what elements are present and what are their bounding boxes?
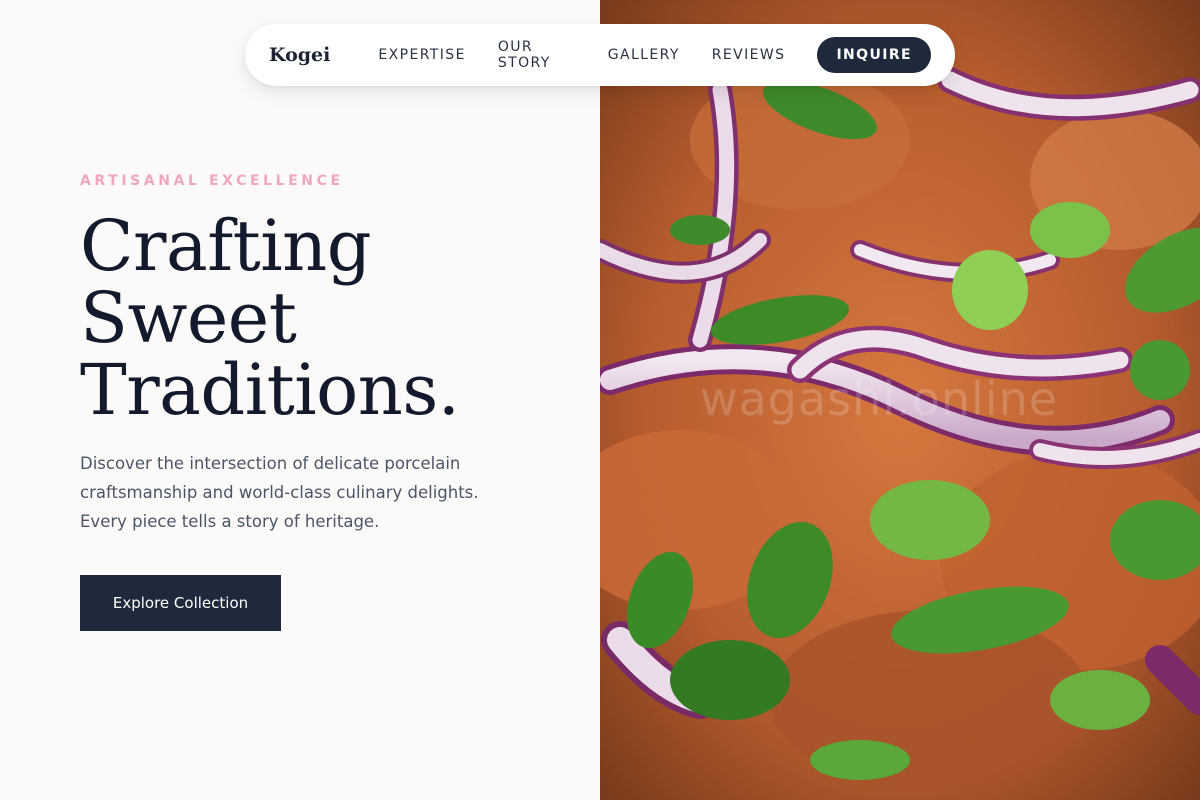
hero-description: Discover the intersection of delicate po… (80, 454, 479, 531)
nav-link-reviews[interactable]: REVIEWS (712, 47, 786, 63)
headline-line-2: Sweet (80, 277, 297, 359)
inquire-button[interactable]: INQUIRE (817, 37, 931, 73)
nav-link-our-story[interactable]: OUR STORY (498, 39, 576, 71)
top-navigation: Kogei EXPERTISE OUR STORY GALLERY REVIEW… (245, 24, 955, 86)
headline-line-1: Crafting (80, 205, 372, 287)
explore-collection-button[interactable]: Explore Collection (80, 575, 281, 631)
hero-headline: Crafting Sweet Traditions. (80, 210, 560, 426)
nav-link-expertise[interactable]: EXPERTISE (378, 47, 465, 63)
brand-logo[interactable]: Kogei (269, 44, 330, 66)
hero-eyebrow: ARTISANAL EXCELLENCE (80, 173, 344, 189)
image-watermark: wagashi.online (700, 372, 1059, 426)
nav-link-gallery[interactable]: GALLERY (608, 47, 680, 63)
headline-line-3: Traditions. (80, 349, 460, 431)
